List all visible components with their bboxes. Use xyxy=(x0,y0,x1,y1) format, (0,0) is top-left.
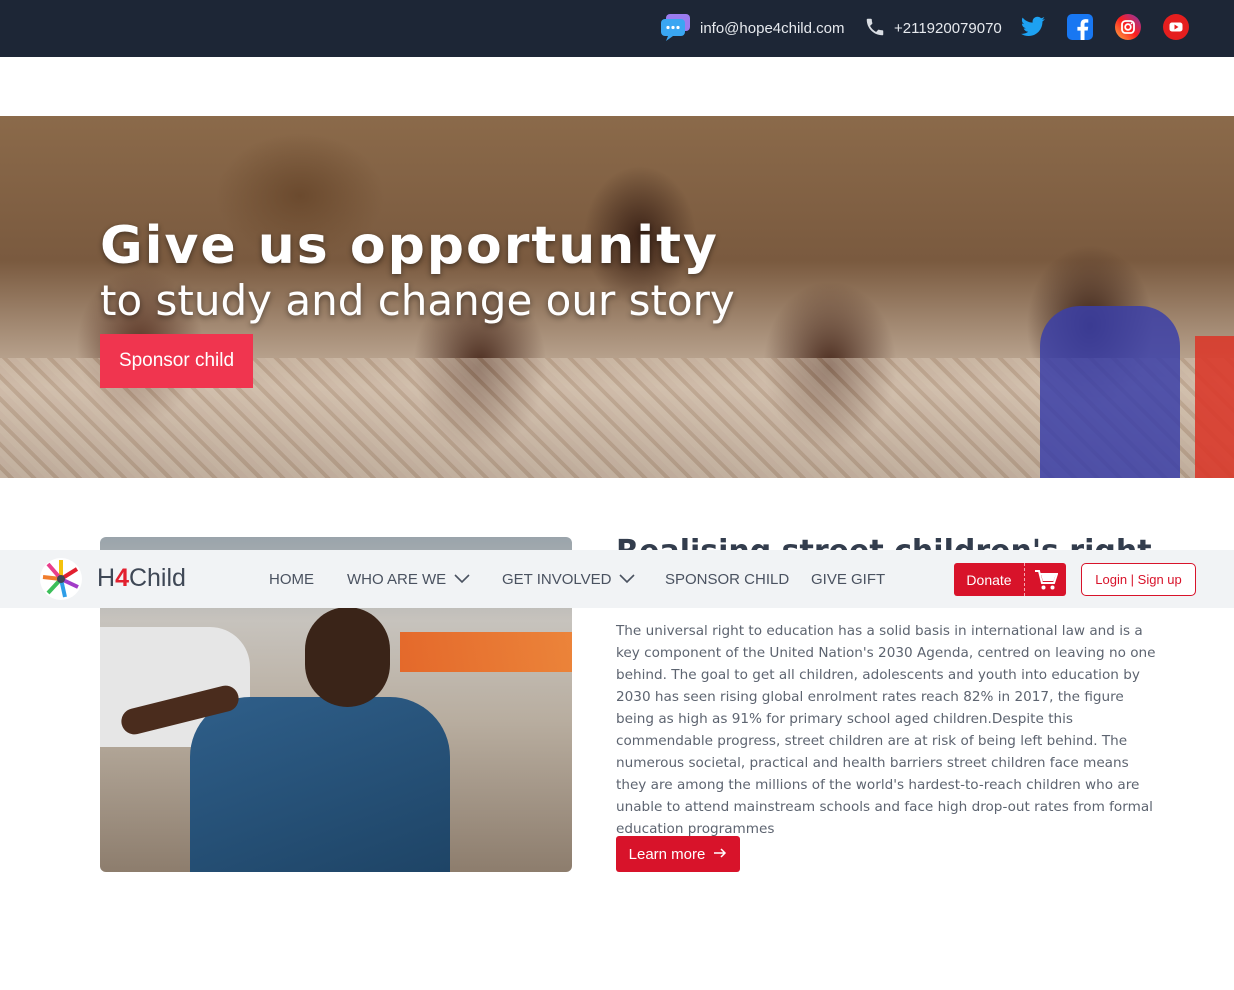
logo-wordmark[interactable]: H4Child xyxy=(97,564,186,593)
logo-number: 4 xyxy=(115,564,129,592)
logo-prefix: H xyxy=(97,564,116,592)
hero-title: Give us opportunity xyxy=(100,216,719,276)
email-text: info@hope4child.com xyxy=(700,20,845,37)
logo-suffix: Child xyxy=(128,564,186,592)
donate-label: Donate xyxy=(966,571,1012,588)
photo-detail xyxy=(305,607,390,707)
photo-detail xyxy=(400,632,572,672)
phone-icon xyxy=(864,16,886,42)
twitter-icon[interactable] xyxy=(1019,14,1045,40)
chevron-down-icon xyxy=(619,571,636,588)
nav-give-gift[interactable]: GIVE GIFT xyxy=(811,550,885,608)
logo-icon[interactable] xyxy=(39,557,83,601)
hero-photo-detail xyxy=(1195,336,1234,478)
phone-contact[interactable]: +211920079070 xyxy=(864,0,1002,57)
arrow-right-icon xyxy=(713,846,727,863)
phone-text: +211920079070 xyxy=(894,20,1002,37)
hero-subtitle: to study and change our story xyxy=(100,276,735,325)
email-contact[interactable]: info@hope4child.com xyxy=(660,0,844,57)
chat-icon xyxy=(660,12,692,46)
youtube-icon[interactable] xyxy=(1163,14,1189,40)
hero-banner: Give us opportunity to study and change … xyxy=(0,116,1234,478)
nav-sponsor-child-label: SPONSOR CHILD xyxy=(665,570,790,588)
nav-get-involved[interactable]: GET INVOLVED xyxy=(502,550,636,608)
facebook-icon[interactable] xyxy=(1067,14,1093,40)
section-body: The universal right to education has a s… xyxy=(616,623,1156,837)
nav-give-gift-label: GIVE GIFT xyxy=(811,570,886,588)
nav-home[interactable]: HOME xyxy=(269,550,314,608)
main-navbar: H4Child HOME WHO ARE WE GET INVOLVED SPO… xyxy=(0,550,1234,608)
learn-more-button[interactable]: Learn more xyxy=(616,836,740,872)
nav-who-are-we-label: WHO ARE WE xyxy=(347,570,447,588)
sponsor-child-button[interactable]: Sponsor child xyxy=(100,334,253,388)
nav-home-label: HOME xyxy=(269,570,314,588)
photo-detail xyxy=(190,697,450,872)
hero-photo-detail xyxy=(1040,306,1180,478)
learn-more-label: Learn more xyxy=(628,845,706,863)
top-bar: info@hope4child.com +211920079070 xyxy=(0,0,1234,57)
login-signup-button[interactable]: Login | Sign up xyxy=(1081,563,1196,596)
donate-button[interactable]: Donate xyxy=(954,563,1066,596)
cart-icon[interactable] xyxy=(1025,569,1066,591)
nav-get-involved-label: GET INVOLVED xyxy=(502,570,612,588)
chevron-down-icon xyxy=(454,571,470,588)
nav-sponsor-child[interactable]: SPONSOR CHILD xyxy=(665,550,789,608)
nav-who-are-we[interactable]: WHO ARE WE xyxy=(347,550,470,608)
instagram-icon[interactable] xyxy=(1115,14,1141,40)
